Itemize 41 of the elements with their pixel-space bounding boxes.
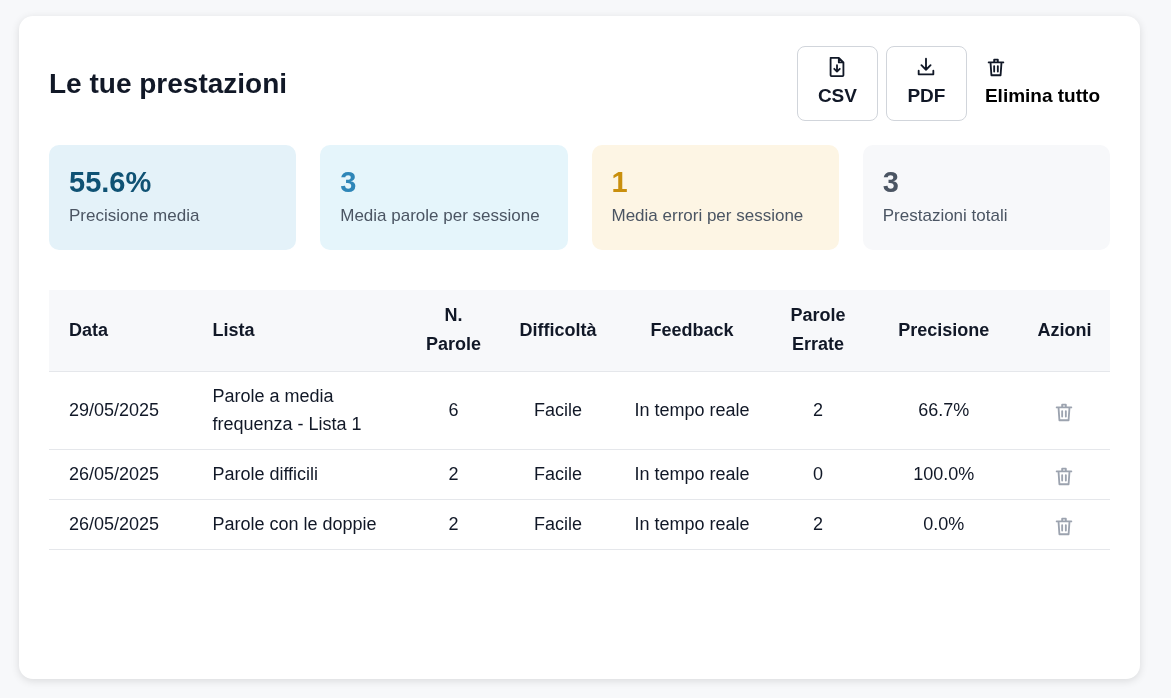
column-header: Difficoltà — [499, 290, 617, 371]
table-cell: In tempo reale — [617, 449, 767, 500]
table-cell: 0 — [767, 449, 869, 500]
column-header: Azioni — [1018, 290, 1110, 371]
table-cell: Parole difficili — [204, 449, 408, 500]
table-cell: 26/05/2025 — [49, 449, 205, 500]
stat-value: 3 — [882, 167, 900, 199]
table-cell: In tempo reale — [617, 499, 767, 550]
column-header: N. Parole — [408, 290, 500, 371]
column-header: Precisione — [868, 290, 1019, 371]
table-cell: In tempo reale — [617, 371, 767, 450]
delete-all-button[interactable]: Elimina tutto — [974, 46, 1110, 121]
column-header: Parole Errate — [767, 290, 869, 371]
table-cell: Facile — [499, 449, 617, 500]
table-cell: 0.0% — [868, 499, 1019, 550]
table-cell: 2 — [408, 499, 500, 550]
table-cell: Parole a media frequenza - Lista 1 — [204, 371, 408, 450]
stat-value: 1 — [611, 167, 629, 199]
table-cell: Parole con le doppie — [204, 499, 408, 550]
table-cell: 2 — [767, 371, 869, 450]
table-cell: 26/05/2025 — [49, 499, 205, 550]
table-cell: 6 — [408, 371, 500, 450]
export-button[interactable]: PDF — [885, 46, 967, 121]
table-cell: Facile — [499, 371, 617, 450]
table-cell: 66.7% — [868, 371, 1019, 450]
table-cell: 2 — [408, 449, 500, 500]
stat-label: Media parole per sessione — [340, 204, 541, 227]
table-cell: 2 — [767, 499, 869, 550]
stat-label: Precisione media — [69, 204, 201, 227]
column-header: Data — [49, 290, 205, 371]
page-title: Le tue prestazioni — [49, 66, 288, 101]
stat-value: 3 — [340, 167, 358, 199]
table-cell: Facile — [499, 499, 617, 550]
export-button[interactable]: CSV — [796, 46, 878, 121]
stat-value: 55.6% — [69, 167, 153, 199]
table-cell: 100.0% — [868, 449, 1019, 500]
column-header: Lista — [204, 290, 408, 371]
table-cell: 29/05/2025 — [49, 371, 205, 450]
stat-label: Media errori per sessione — [611, 204, 805, 227]
column-header: Feedback — [617, 290, 767, 371]
stat-label: Prestazioni totali — [882, 204, 1009, 227]
